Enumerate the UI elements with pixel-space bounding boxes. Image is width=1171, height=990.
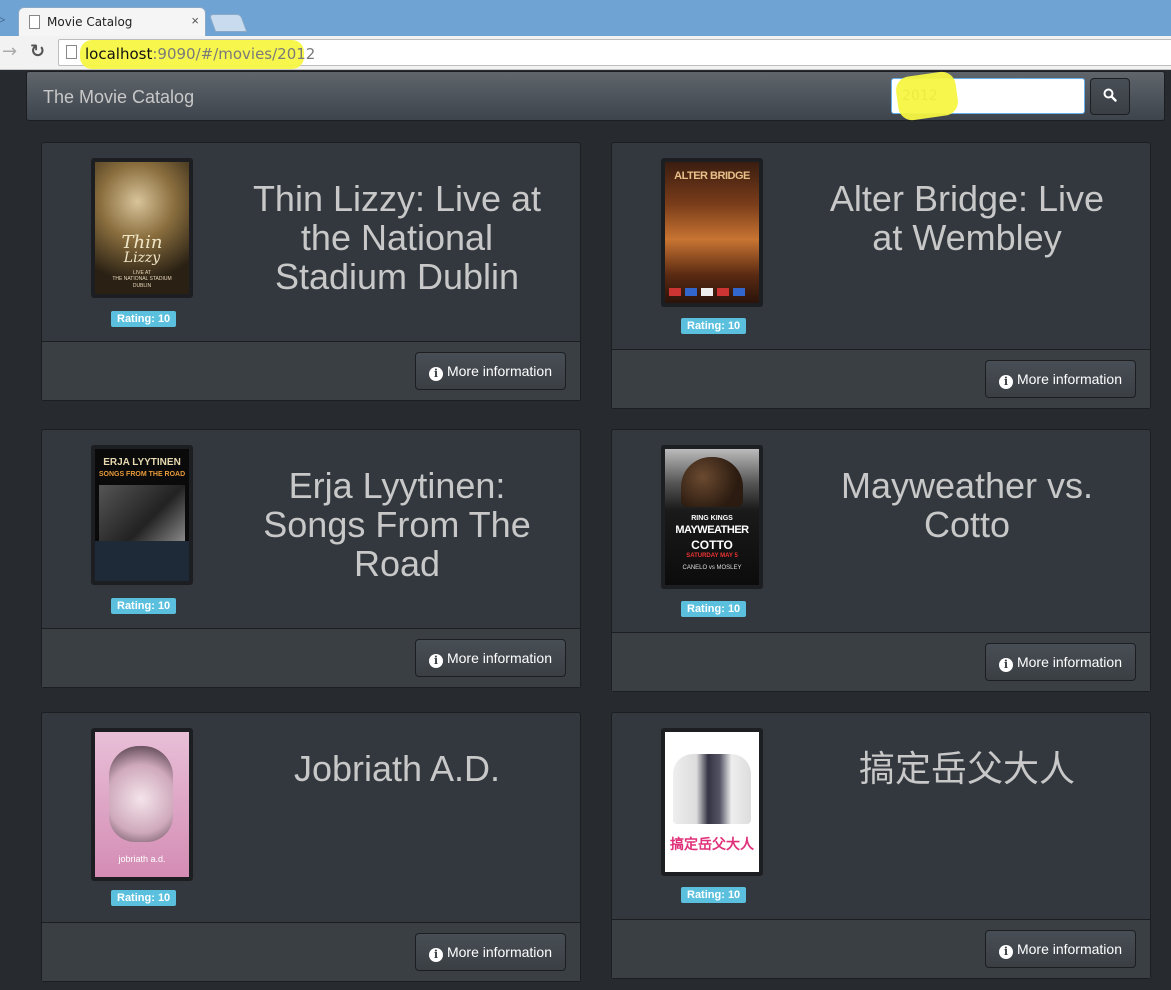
more-information-button[interactable]: i More information (414, 933, 566, 971)
more-information-button[interactable]: i More information (984, 643, 1136, 681)
poster-flags (669, 288, 745, 296)
new-tab-button[interactable] (208, 14, 248, 32)
movie-title: Jobriath A.D. (293, 748, 501, 789)
poster-text: COTTO (691, 538, 733, 552)
app-navbar: The Movie Catalog 2012 (26, 70, 1165, 122)
card-footer: i More information (612, 919, 1150, 978)
poster-text: THE NATIONAL STADIUM (112, 276, 172, 282)
info-icon: i (428, 948, 443, 962)
more-information-button[interactable]: i More information (414, 639, 566, 677)
page-icon (66, 45, 77, 59)
movie-poster: RING KINGS MAYWEATHER COTTO SATURDAY MAY… (661, 445, 763, 589)
address-bar[interactable]: localhost:9090/#/movies/2012 (58, 39, 1171, 69)
poster-face (109, 746, 173, 842)
url-text: localhost:9090/#/movies/2012 (85, 45, 315, 63)
movie-poster: ERJA LYYTINEN SONGS FROM THE ROAD (91, 445, 193, 585)
movie-title: Alter Bridge: Live at Wembley (829, 178, 1105, 258)
movie-poster: 搞定岳父大人 (661, 728, 763, 876)
browser-tabstrip: ▷ Movie Catalog × (0, 0, 1171, 37)
movie-poster: jobriath a.d. (91, 728, 193, 881)
info-icon: i (998, 945, 1013, 959)
card-footer: i More information (42, 922, 580, 981)
movie-title: 搞定岳父大人 (858, 748, 1075, 789)
poster-text: SONGS FROM THE ROAD (98, 471, 186, 478)
rating-badge: Rating: 10 (681, 601, 747, 617)
url-path: :9090/#/movies/2012 (152, 45, 316, 63)
page-favicon-icon (29, 15, 40, 29)
movie-poster: Thin Lizzy LIVE AT THE NATIONAL STADIUM … (91, 158, 193, 298)
brand-link[interactable]: The Movie Catalog (43, 87, 194, 108)
more-information-button[interactable]: i More information (984, 930, 1136, 968)
rating-badge: Rating: 10 (111, 890, 177, 906)
poster-text: ALTER BRIDGE (674, 170, 750, 182)
button-label: More information (446, 363, 552, 379)
info-icon: i (428, 654, 443, 668)
button-label: More information (1016, 371, 1122, 387)
tab-close-icon[interactable]: × (191, 13, 199, 28)
search-button[interactable] (1090, 78, 1130, 115)
poster-text: 搞定岳父大人 (670, 837, 754, 853)
movie-card: Thin Lizzy LIVE AT THE NATIONAL STADIUM … (41, 142, 581, 401)
button-label: More information (446, 650, 552, 666)
button-label: More information (1016, 654, 1122, 670)
poster-text: ERJA LYYTINEN (103, 457, 181, 468)
rating-badge: Rating: 10 (681, 318, 747, 334)
more-information-button[interactable]: i More information (414, 352, 566, 390)
movie-card: RING KINGS MAYWEATHER COTTO SATURDAY MAY… (611, 429, 1151, 692)
search-icon (1103, 88, 1117, 102)
tab-scroll-icon: ▷ (0, 12, 6, 26)
movie-card: ERJA LYYTINEN SONGS FROM THE ROAD Rating… (41, 429, 581, 688)
poster-text: SATURDAY MAY 5 (686, 553, 738, 559)
card-footer: i More information (42, 341, 580, 400)
info-icon: i (998, 375, 1013, 389)
card-footer: i More information (612, 349, 1150, 408)
url-host: localhost (85, 45, 153, 63)
card-footer: i More information (612, 632, 1150, 691)
button-label: More information (1016, 941, 1122, 957)
movie-card: 搞定岳父大人 Rating: 10 搞定岳父大人 i More informati… (611, 712, 1151, 979)
rating-badge: Rating: 10 (111, 311, 177, 327)
poster-text: RING KINGS (691, 515, 733, 522)
poster-footer-band (95, 541, 189, 581)
tab-title: Movie Catalog (47, 15, 133, 29)
movie-title: Thin Lizzy: Live at the National Stadium… (252, 178, 542, 297)
more-information-button[interactable]: i More information (984, 360, 1136, 398)
movie-poster: ALTER BRIDGE (661, 158, 763, 307)
reload-icon[interactable]: ↻ (30, 41, 45, 62)
rating-badge: Rating: 10 (681, 887, 747, 903)
poster-text: CANELO vs MOSLEY (682, 565, 742, 571)
movie-card: ALTER BRIDGE Rating: 10 Alter Bridge: Li… (611, 142, 1151, 409)
movie-card: jobriath a.d. Rating: 10 Jobriath A.D. i… (41, 712, 581, 982)
poster-text: MAYWEATHER (675, 524, 749, 536)
browser-tab[interactable]: Movie Catalog × (18, 7, 206, 37)
button-label: More information (446, 944, 552, 960)
movie-title: Erja Lyytinen: Songs From The Road (263, 465, 531, 584)
browser-toolbar: → ↻ localhost:9090/#/movies/2012 (0, 36, 1171, 70)
info-icon: i (998, 658, 1013, 672)
search-highlight (894, 70, 960, 122)
card-footer: i More information (42, 628, 580, 687)
rating-badge: Rating: 10 (111, 598, 177, 614)
poster-text: Lizzy (123, 250, 161, 266)
poster-text: DUBLIN (132, 283, 152, 289)
poster-text: jobriath a.d. (118, 854, 166, 864)
back-arrow-icon[interactable]: → (2, 41, 17, 62)
info-icon: i (428, 367, 443, 381)
poster-photo (99, 485, 185, 541)
poster-fighters (681, 457, 743, 507)
movie-title: Mayweather vs. Cotto (840, 465, 1094, 545)
poster-people (673, 754, 751, 824)
